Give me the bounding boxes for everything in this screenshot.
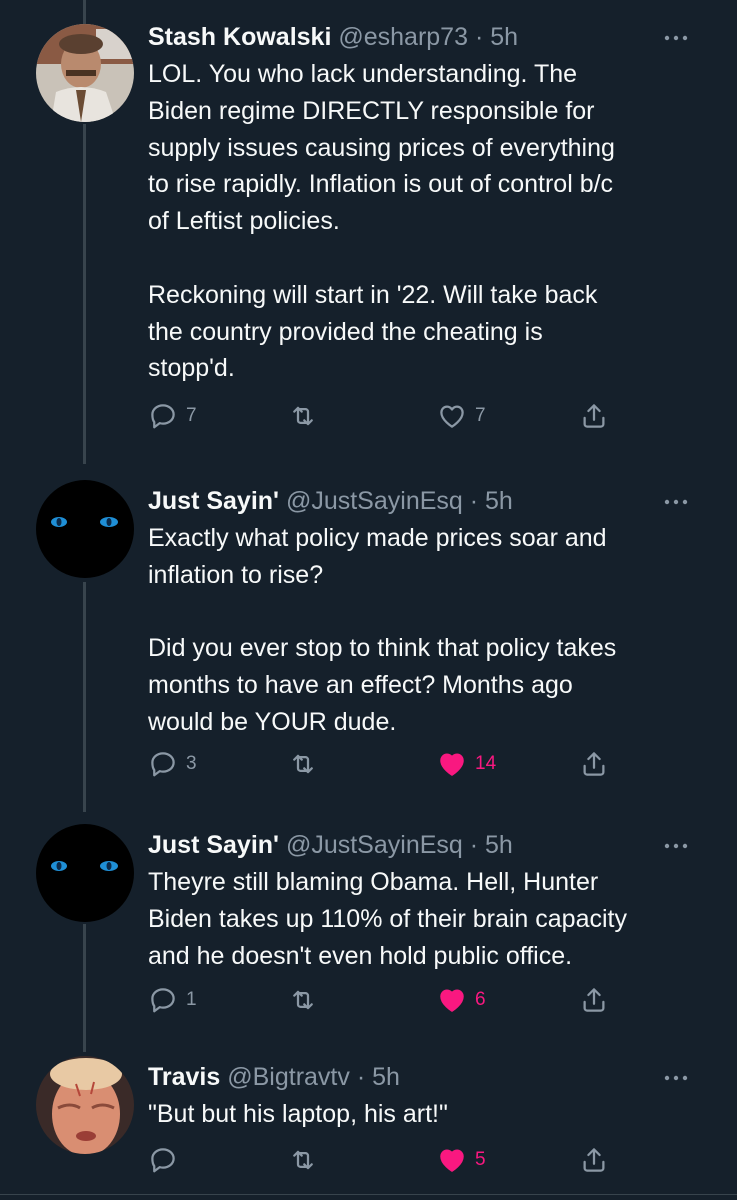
like-button[interactable]: 7 bbox=[437, 396, 486, 436]
share-icon bbox=[583, 404, 605, 428]
tweet-actions: 5 bbox=[0, 1140, 737, 1180]
tweet-thread: Stash Kowalski @esharp73 · 5h LOL. You w… bbox=[0, 0, 737, 1200]
timestamp[interactable]: 5h bbox=[485, 487, 513, 515]
reply-icon bbox=[151, 1148, 175, 1173]
like-button[interactable]: 5 bbox=[437, 1140, 486, 1180]
separator-dot: · bbox=[356, 1063, 366, 1091]
reply-button[interactable]: 7 bbox=[148, 396, 197, 436]
share-icon bbox=[583, 1148, 605, 1172]
tweet-header: Stash Kowalski @esharp73 · 5h bbox=[148, 22, 677, 52]
avatar[interactable] bbox=[36, 824, 134, 922]
like-count: 6 bbox=[475, 989, 486, 1010]
user-handle[interactable]: @Bigtravtv bbox=[227, 1063, 350, 1091]
share-button[interactable] bbox=[579, 744, 609, 784]
tweet-text: "But but his laptop, his art!" bbox=[148, 1100, 448, 1128]
reply-icon bbox=[151, 988, 175, 1013]
retweet-icon bbox=[293, 1150, 313, 1170]
reply-button[interactable]: 1 bbox=[148, 980, 197, 1020]
retweet-icon bbox=[293, 754, 313, 774]
tweet-actions: 3 14 bbox=[0, 744, 737, 784]
reply-count: 7 bbox=[186, 405, 197, 426]
retweet-button[interactable] bbox=[288, 744, 326, 784]
separator-dot: · bbox=[469, 831, 479, 859]
like-button[interactable]: 14 bbox=[437, 744, 496, 784]
more-icon[interactable] bbox=[661, 834, 691, 858]
user-handle[interactable]: @JustSayinEsq bbox=[286, 831, 463, 859]
share-icon bbox=[583, 988, 605, 1012]
tweet-text: Exactly what policy made prices soar and… bbox=[148, 524, 617, 736]
reply-icon bbox=[151, 404, 175, 429]
share-icon bbox=[583, 752, 605, 776]
like-count: 5 bbox=[475, 1149, 486, 1170]
avatar[interactable] bbox=[36, 480, 134, 578]
tweet[interactable]: Just Sayin' @JustSayinEsq · 5h Exactly w… bbox=[0, 464, 737, 814]
share-button[interactable] bbox=[579, 1140, 609, 1180]
tweet-header: Just Sayin' @JustSayinEsq · 5h bbox=[148, 830, 677, 860]
timestamp[interactable]: 5h bbox=[485, 831, 513, 859]
tweet-actions: 1 6 bbox=[0, 980, 737, 1020]
share-button[interactable] bbox=[579, 980, 609, 1020]
like-count: 7 bbox=[475, 405, 486, 426]
timestamp[interactable]: 5h bbox=[490, 23, 518, 51]
display-name[interactable]: Stash Kowalski bbox=[148, 23, 331, 51]
tweet-text: Theyre still blaming Obama. Hell, Hunter… bbox=[148, 868, 627, 970]
share-button[interactable] bbox=[579, 396, 609, 436]
retweet-button[interactable] bbox=[288, 396, 326, 436]
display-name[interactable]: Just Sayin' bbox=[148, 487, 279, 515]
tweet-text: LOL. You who lack understanding. The Bid… bbox=[148, 60, 615, 383]
reply-count: 1 bbox=[186, 989, 197, 1010]
tweet-header: Travis @Bigtravtv · 5h bbox=[148, 1062, 677, 1092]
tweet-actions: 7 7 bbox=[0, 396, 737, 436]
user-handle[interactable]: @JustSayinEsq bbox=[286, 487, 463, 515]
more-icon[interactable] bbox=[661, 490, 691, 514]
avatar[interactable] bbox=[36, 24, 134, 122]
reply-button[interactable]: 3 bbox=[148, 744, 197, 784]
tweet-header: Just Sayin' @JustSayinEsq · 5h bbox=[148, 486, 677, 516]
heart-icon bbox=[440, 989, 464, 1012]
reply-icon bbox=[151, 752, 175, 777]
user-handle[interactable]: @esharp73 bbox=[338, 23, 468, 51]
retweet-button[interactable] bbox=[288, 980, 326, 1020]
more-icon[interactable] bbox=[661, 1066, 691, 1090]
separator-dot: · bbox=[474, 23, 484, 51]
reply-count: 3 bbox=[186, 753, 197, 774]
retweet-icon bbox=[293, 406, 313, 426]
display-name[interactable]: Just Sayin' bbox=[148, 831, 279, 859]
heart-icon bbox=[440, 1149, 464, 1172]
divider bbox=[0, 1194, 737, 1195]
retweet-icon bbox=[293, 990, 313, 1010]
heart-icon bbox=[440, 405, 464, 428]
separator-dot: · bbox=[469, 487, 479, 515]
tweet[interactable]: Stash Kowalski @esharp73 · 5h LOL. You w… bbox=[0, 0, 737, 464]
retweet-button[interactable] bbox=[288, 1140, 326, 1180]
heart-icon bbox=[440, 753, 464, 776]
like-count: 14 bbox=[475, 753, 497, 774]
reply-button[interactable] bbox=[148, 1140, 186, 1180]
tweet[interactable]: Travis @Bigtravtv · 5h "But but his lapt… bbox=[0, 1040, 737, 1200]
more-icon[interactable] bbox=[661, 26, 691, 50]
tweet[interactable]: Just Sayin' @JustSayinEsq · 5h Theyre st… bbox=[0, 808, 737, 1048]
timestamp[interactable]: 5h bbox=[372, 1063, 400, 1091]
display-name[interactable]: Travis bbox=[148, 1063, 220, 1091]
like-button[interactable]: 6 bbox=[437, 980, 486, 1020]
